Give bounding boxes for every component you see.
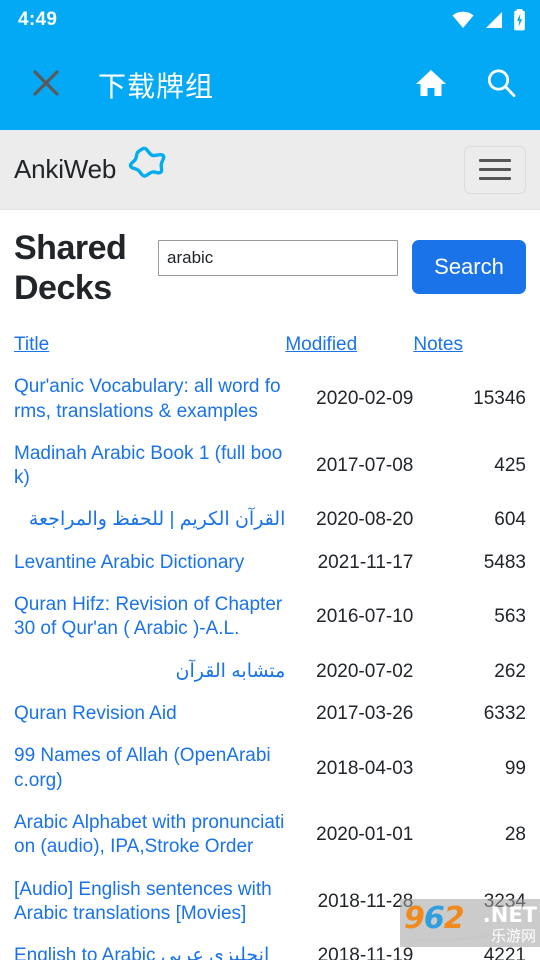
status-time: 4:49 [18, 9, 58, 30]
deck-title-cell[interactable]: 99 Names of Allah (OpenArabic.org) [14, 735, 285, 802]
deck-title-cell[interactable]: English to Arabic إنجليزي عربي [14, 935, 285, 960]
deck-modified-cell: 2020-07-02 [316, 660, 414, 682]
deck-modified-cell: 2017-07-08 [316, 455, 414, 476]
deck-notes-cell: 563 [494, 606, 526, 628]
sort-title-link[interactable]: Title [14, 334, 49, 355]
search-button[interactable] [484, 68, 518, 102]
deck-title-link[interactable]: Qur'anic Vocabulary: all word forms, tra… [14, 376, 281, 421]
search-controls: Search [158, 228, 526, 294]
deck-title-cell[interactable]: Madinah Arabic Book 1 (full book) [14, 433, 285, 500]
deck-notes-cell: 15346 [473, 388, 526, 410]
close-icon [31, 68, 61, 103]
sort-modified-link[interactable]: Modified [285, 334, 357, 355]
deck-notes-cell: 425 [494, 455, 526, 476]
status-bar: 4:49 [0, 0, 540, 40]
deck-title-link[interactable]: Quran Hifz: Revision of Chapter 30 of Qu… [14, 594, 282, 639]
deck-title-cell[interactable]: Quran Revision Aid [14, 693, 285, 735]
deck-notes-cell: 262 [494, 660, 526, 682]
deck-modified-cell: 2017-03-26 [316, 703, 414, 725]
deck-modified-cell: 2018-04-03 [316, 757, 414, 779]
cell-signal-icon [484, 11, 504, 29]
deck-modified-cell: 2020-02-09 [316, 388, 414, 410]
table-row: Arabic Alphabet with pronunciation (audi… [14, 802, 526, 869]
table-row: Qur'anic Vocabulary: all word forms, tra… [14, 366, 526, 433]
hamburger-bar-1 [479, 159, 511, 162]
battery-charging-icon [513, 9, 526, 31]
table-row: القرآن الكريم | للحفظ والمراجعة 2020-08-2… [14, 499, 526, 541]
deck-title-link[interactable]: 99 Names of Allah (OpenArabic.org) [14, 745, 271, 790]
shared-decks-heading: Shared Decks [14, 229, 127, 308]
deck-title-link[interactable]: Arabic Alphabet with pronunciation (audi… [14, 812, 284, 857]
deck-title-cell[interactable]: [Audio] English sentences with Arabic tr… [14, 869, 285, 936]
brand-label: AnkiWeb [14, 154, 117, 184]
deck-notes-cell: 6332 [483, 703, 526, 725]
deck-modified-cell: 2018-11-28 [317, 890, 414, 912]
ankiweb-brand[interactable]: AnkiWeb [14, 143, 170, 196]
home-button[interactable] [414, 68, 448, 102]
deck-title-link[interactable]: [Audio] English sentences with Arabic tr… [14, 879, 272, 924]
table-row: 99 Names of Allah (OpenArabic.org) 2018-0… [14, 735, 526, 802]
table-header-row: Title Modified Notes [14, 334, 526, 366]
results-container: Title Modified Notes Qur'anic Vocabulary… [0, 308, 540, 960]
status-icons [451, 9, 526, 31]
table-row: [Audio] English sentences with Arabic tr… [14, 869, 526, 936]
search-icon [485, 67, 517, 104]
deck-notes-cell: 28 [504, 824, 526, 846]
home-icon [415, 68, 447, 103]
anki-star-icon [122, 143, 170, 196]
app-bar-actions [414, 68, 518, 102]
deck-notes-cell: 4221 [483, 945, 526, 960]
search-section: Shared Decks Search [0, 210, 540, 308]
deck-notes-cell: 604 [494, 509, 526, 531]
column-header-title[interactable]: Title [14, 334, 285, 366]
deck-title-link[interactable]: متشابه القرآن [176, 661, 286, 682]
column-header-notes[interactable]: Notes [413, 334, 526, 366]
table-header: Title Modified Notes [14, 334, 526, 366]
shared-decks-table: Title Modified Notes Qur'anic Vocabulary… [14, 334, 526, 960]
deck-title-cell[interactable]: Levantine Arabic Dictionary [14, 542, 285, 584]
deck-title-cell[interactable]: Quran Hifz: Revision of Chapter 30 of Qu… [14, 584, 285, 651]
deck-title-link[interactable]: Levantine Arabic Dictionary [14, 552, 244, 573]
hamburger-bar-2 [479, 168, 511, 171]
search-input[interactable] [158, 240, 398, 276]
deck-notes-cell: 3234 [483, 890, 526, 912]
deck-modified-cell: 2016-07-10 [316, 606, 414, 628]
table-row: English to Arabic إنجليزي عربي 2018-11-19… [14, 935, 526, 960]
deck-title-cell[interactable]: متشابه القرآن [14, 651, 286, 693]
table-row: Quran Revision Aid 2017-03-26 6332 [14, 693, 526, 735]
deck-title-link[interactable]: Quran Revision Aid [14, 703, 177, 724]
site-header: AnkiWeb [0, 130, 540, 210]
deck-title-link[interactable]: القرآن الكريم | للحفظ والمراجعة [29, 509, 286, 530]
table-body: Qur'anic Vocabulary: all word forms, tra… [14, 366, 526, 960]
deck-notes-cell: 5483 [483, 551, 526, 573]
deck-modified-cell: 2020-08-20 [316, 509, 414, 531]
deck-modified-cell: 2018-11-19 [317, 945, 414, 960]
app-bar: 下载牌组 [0, 40, 540, 130]
deck-notes-cell: 99 [504, 757, 526, 779]
close-button[interactable] [26, 65, 66, 105]
hamburger-bar-3 [479, 177, 511, 180]
table-row: متشابه القرآن 2020-07-02 262 [14, 651, 526, 693]
column-header-modified[interactable]: Modified [285, 334, 413, 366]
deck-title-link[interactable]: Madinah Arabic Book 1 (full book) [14, 443, 282, 488]
deck-title-cell[interactable]: Qur'anic Vocabulary: all word forms, tra… [14, 366, 285, 433]
hamburger-menu-button[interactable] [464, 145, 526, 194]
deck-modified-cell: 2021-11-17 [317, 551, 414, 573]
table-row: Quran Hifz: Revision of Chapter 30 of Qu… [14, 584, 526, 651]
deck-modified-cell: 2020-01-01 [316, 824, 414, 846]
table-row: Levantine Arabic Dictionary 2021-11-17 548… [14, 542, 526, 584]
deck-title-cell[interactable]: Arabic Alphabet with pronunciation (audi… [14, 802, 285, 869]
page-title: 下载牌组 [98, 71, 215, 102]
deck-title-cell[interactable]: القرآن الكريم | للحفظ والمراجعة [14, 499, 286, 541]
sort-notes-link[interactable]: Notes [413, 334, 463, 355]
deck-title-link[interactable]: English to Arabic إنجليزي عربي [14, 945, 269, 960]
search-submit-button[interactable]: Search [412, 240, 526, 294]
table-row: Madinah Arabic Book 1 (full book) 2017-07… [14, 433, 526, 500]
wifi-icon [451, 11, 475, 29]
